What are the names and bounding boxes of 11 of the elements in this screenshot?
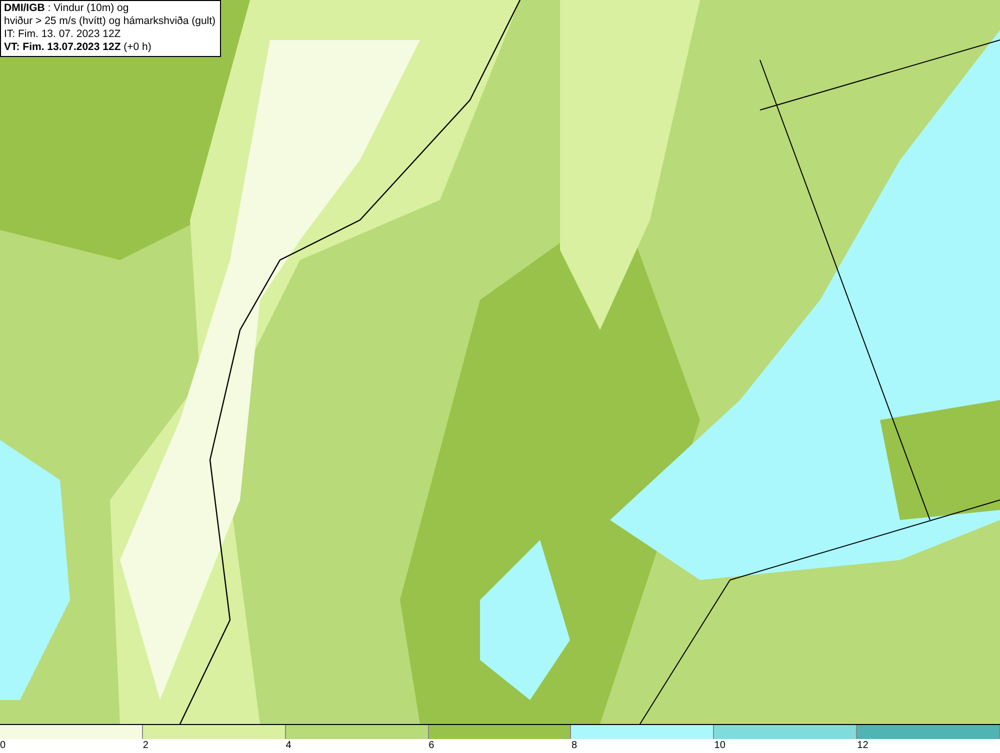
info-text: DMI/IGB : Vindur (10m) og: [4, 2, 130, 15]
info-text: hviður > 25 m/s (hvítt) og hámarkshviða (gult): [4, 15, 216, 28]
legend-tick-label: 10: [714, 739, 726, 753]
legend-tick-label: 8: [571, 739, 577, 753]
legend-tick-label: 4: [286, 739, 292, 753]
legend-tick-label: 6: [428, 739, 434, 753]
legend-tick-label: 2: [142, 739, 148, 753]
legend-tick-label: 0: [0, 739, 6, 753]
info-text: VT: Fim. 13.07.2023 12Z (+0 h): [4, 41, 152, 54]
legend-tick-label: 12: [857, 739, 868, 753]
info-text: IT: Fim. 13. 07. 2023 12Z: [4, 28, 122, 41]
